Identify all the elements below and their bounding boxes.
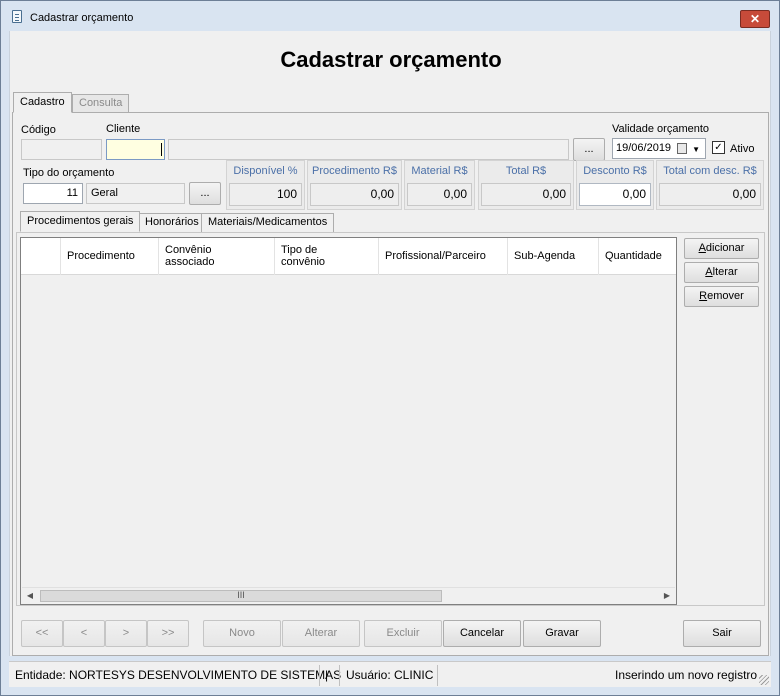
ativo-label: Ativo <box>730 143 755 155</box>
validade-date-value: 19/06/2019 <box>616 142 672 154</box>
app-icon <box>12 10 22 23</box>
total-com-desconto-box: Total com desc. R$ 0,00 <box>656 160 764 210</box>
codigo-label: Código <box>21 124 56 136</box>
status-mode: Inserindo um novo registro <box>615 668 758 682</box>
grid-column-sub-agenda[interactable]: Sub-Agenda <box>508 238 599 275</box>
status-bar: Entidade: NORTESYS DESENVOLVIMENTO DE SI… <box>9 661 771 687</box>
total-box: Total R$ 0,00 <box>478 160 574 210</box>
material-total-label: Material R$ <box>411 165 468 177</box>
tab-consulta[interactable]: Consulta <box>72 94 130 112</box>
subtab-procedimentos[interactable]: Procedimentos gerais <box>20 211 141 232</box>
desconto-box: Desconto R$ 0,00 <box>576 160 654 210</box>
remover-button[interactable]: Remover <box>684 286 759 307</box>
total-com-desconto-value: 0,00 <box>659 183 761 206</box>
alterar-button[interactable]: Alterar <box>282 620 360 647</box>
tipo-name-field[interactable]: Geral <box>86 183 185 204</box>
status-pipe: | <box>325 668 329 682</box>
cancelar-button[interactable]: Cancelar <box>443 620 521 647</box>
grid-column-procedimento[interactable]: Procedimento <box>61 238 159 275</box>
subtab-materiais[interactable]: Materiais/Medicamentos <box>201 213 335 232</box>
cadastro-panel: Código Cliente ... Validade orçamento 19… <box>12 112 769 656</box>
codigo-field[interactable] <box>21 139 102 160</box>
previous-record-button[interactable]: < <box>63 620 105 647</box>
sair-button[interactable]: Sair <box>683 620 761 647</box>
material-total-box: Material R$ 0,00 <box>404 160 475 210</box>
disponivel-value[interactable]: 100 <box>229 183 302 206</box>
chevron-down-icon[interactable]: ▼ <box>692 140 700 159</box>
validade-date-picker[interactable]: 19/06/2019 ▼ <box>612 138 706 159</box>
window: Cadastrar orçamento ✕ Cadastrar orçament… <box>0 0 780 696</box>
disponivel-label: Disponível % <box>233 165 298 177</box>
status-usuario: Usuário: CLINIC <box>346 668 434 682</box>
first-record-button[interactable]: << <box>21 620 63 647</box>
cliente-search-button[interactable]: ... <box>573 138 605 161</box>
desconto-label: Desconto R$ <box>583 165 647 177</box>
total-label: Total R$ <box>505 165 547 177</box>
subtab-honorarios[interactable]: Honorários <box>138 213 206 232</box>
grid-column-quantidade[interactable]: Quantidade <box>599 238 676 275</box>
scroll-right-icon[interactable]: ▶ <box>660 590 674 602</box>
grid-column-selector[interactable] <box>21 238 61 275</box>
total-value: 0,00 <box>481 183 571 206</box>
total-com-desconto-label: Total com desc. R$ <box>663 165 757 177</box>
status-separator <box>339 665 340 686</box>
gravar-button[interactable]: Gravar <box>523 620 601 647</box>
page-title: Cadastrar orçamento <box>280 47 502 72</box>
adicionar-button[interactable]: Adicionar <box>684 238 759 259</box>
disponivel-box: Disponível % 100 <box>226 160 305 210</box>
validade-label: Validade orçamento <box>612 123 710 135</box>
scroll-left-icon[interactable]: ◀ <box>23 590 37 602</box>
ativo-checkbox[interactable]: ✓ <box>712 141 725 154</box>
calendar-icon[interactable] <box>677 143 687 154</box>
desconto-input[interactable]: 0,00 <box>579 183 651 206</box>
cliente-name-field[interactable] <box>168 139 569 160</box>
adicionar-access-key: A <box>698 242 706 254</box>
grid-horizontal-scrollbar[interactable]: ◀ III ▶ <box>22 587 675 603</box>
tipo-label: Tipo do orçamento <box>23 167 115 179</box>
close-button[interactable]: ✕ <box>740 10 770 28</box>
cliente-code-input[interactable] <box>106 139 165 160</box>
scroll-thumb[interactable]: III <box>40 590 442 602</box>
remover-access-key: R <box>699 290 708 302</box>
title-bar: Cadastrar orçamento ✕ <box>1 1 779 31</box>
tipo-code-input[interactable]: 11 <box>23 183 83 204</box>
resize-grip-icon[interactable] <box>759 675 769 685</box>
last-record-button[interactable]: >> <box>147 620 189 647</box>
novo-button[interactable]: Novo <box>203 620 281 647</box>
alterar-access-key: A <box>705 266 713 278</box>
window-title: Cadastrar orçamento <box>30 12 134 24</box>
status-separator <box>437 665 438 686</box>
procedimento-total-value: 0,00 <box>310 183 399 206</box>
grid-column-profissional[interactable]: Profissional/Parceiro <box>379 238 508 275</box>
material-total-value: 0,00 <box>407 183 472 206</box>
grid-column-convenio-associado[interactable]: Convênio associado <box>159 238 275 275</box>
form-body: Cadastrar orçamento Cadastro Consulta Có… <box>9 31 771 656</box>
next-record-button[interactable]: > <box>105 620 147 647</box>
procedimentos-grid[interactable]: Procedimento Convênio associado Tipo de … <box>20 237 677 605</box>
tab-cadastro[interactable]: Cadastro <box>13 92 72 113</box>
tipo-search-button[interactable]: ... <box>189 182 221 205</box>
procedimento-total-label: Procedimento R$ <box>312 165 397 177</box>
grid-header: Procedimento Convênio associado Tipo de … <box>21 238 676 275</box>
alterar-item-button[interactable]: Alterar <box>684 262 759 283</box>
status-separator <box>319 665 320 686</box>
cliente-label: Cliente <box>106 123 141 135</box>
procedimento-total-box: Procedimento R$ 0,00 <box>307 160 402 210</box>
grid-column-tipo-convenio[interactable]: Tipo de convênio <box>275 238 379 275</box>
excluir-button[interactable]: Excluir <box>364 620 442 647</box>
text-cursor <box>161 143 162 156</box>
status-entidade: Entidade: NORTESYS DESENVOLVIMENTO DE SI… <box>15 668 342 682</box>
